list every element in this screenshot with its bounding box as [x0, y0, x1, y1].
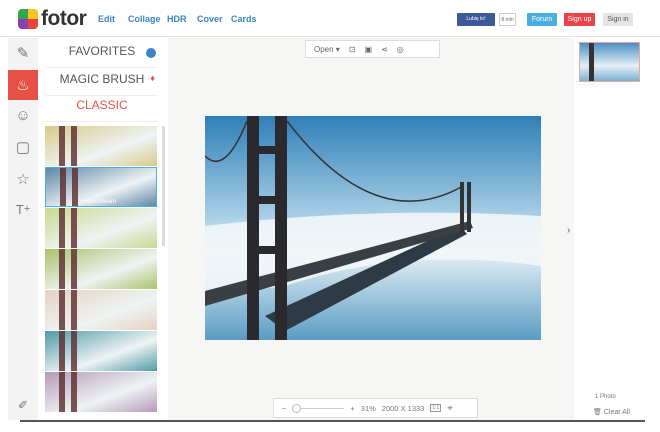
screenshot-icon[interactable]: ⊡ — [349, 45, 356, 54]
image-dimensions: 2000 X 1333 — [381, 403, 425, 413]
magic-brush-label: MAGIC BRUSH — [59, 72, 145, 86]
pencil-icon[interactable]: ✎ — [8, 38, 38, 68]
zoom-bar: − + 31% 2000 X 1333 1:1 ⌖ — [273, 398, 478, 418]
zoom-out-button[interactable]: − — [282, 404, 286, 413]
share-icon[interactable]: ⋖ — [381, 45, 388, 54]
favorites-tab[interactable]: FAVORITES — [46, 44, 158, 68]
panel-scrollbar[interactable] — [162, 126, 165, 246]
clear-all-label: Clear All — [603, 409, 630, 416]
nav-cover[interactable]: Cover — [197, 14, 223, 24]
open-label: Open — [314, 44, 334, 54]
like-count: 8 mln — [499, 13, 516, 26]
signup-button[interactable]: Sign up — [564, 13, 595, 26]
nav-cards[interactable]: Cards — [231, 14, 257, 24]
photo-thumbnail[interactable] — [579, 42, 640, 82]
zoom-percent: 31% — [360, 403, 376, 413]
edit-note-icon[interactable]: ✐ — [8, 390, 38, 420]
photo-count: 1 Photo — [595, 394, 616, 400]
filter-thumbnail[interactable]: Moonbeam — [45, 167, 157, 207]
filter-thumbnail[interactable] — [45, 126, 157, 166]
zoom-in-button[interactable]: + — [350, 404, 354, 413]
filter-thumbnail[interactable] — [45, 290, 157, 330]
tool-strip: ✎ ♨ ☺ ▢ ☆ T + ✐ — [8, 38, 38, 420]
trash-icon: 🗑 — [593, 409, 602, 416]
image-icon[interactable]: ▣ — [365, 45, 373, 54]
nav-edit[interactable]: Edit — [98, 14, 115, 24]
facebook-like-button[interactable]: Lubię to! — [457, 13, 495, 26]
filter-thumbnail[interactable] — [45, 249, 157, 289]
collapse-arrow-icon[interactable]: › — [567, 225, 570, 236]
nav-collage[interactable]: Collage — [128, 14, 161, 24]
sticker-icon[interactable]: ☺ — [8, 100, 38, 130]
canvas-toolbar: Open ▾ ⊡ ▣ ⋖ ◎ — [305, 40, 440, 58]
filter-thumbnail[interactable] — [45, 331, 157, 371]
filter-panel: FAVORITES MAGIC BRUSH ♦ CLASSIC Moonbeam — [40, 38, 165, 420]
diamond-icon: ♦ — [150, 73, 155, 83]
magic-brush-tab[interactable]: MAGIC BRUSH ♦ — [46, 72, 158, 96]
zoom-slider-handle[interactable] — [292, 403, 302, 413]
zoom-slider[interactable] — [292, 403, 345, 413]
fotor-logo-icon[interactable] — [18, 9, 38, 29]
logo-text[interactable]: fotor — [41, 7, 87, 31]
forum-button[interactable]: Forum — [527, 13, 557, 26]
classic-tab[interactable]: CLASSIC — [46, 98, 158, 122]
top-bar: fotor Edit Collage HDR Cover Cards Lubię… — [0, 0, 660, 37]
selected-filter-label: Moonbeam — [85, 199, 117, 205]
nav-hdr[interactable]: HDR — [167, 14, 187, 24]
filter-thumbnail[interactable] — [45, 208, 157, 248]
clear-all-button[interactable]: 🗑 Clear All — [593, 408, 630, 416]
star-icon[interactable]: ☆ — [8, 164, 38, 194]
actual-size-button[interactable]: 1:1 — [430, 404, 442, 412]
paint-bucket-icon[interactable]: ♨ — [8, 70, 38, 100]
favorites-label: FAVORITES — [68, 44, 136, 58]
signin-button[interactable]: Sign in — [603, 13, 633, 26]
favorites-star-icon — [146, 48, 156, 58]
fit-screen-icon[interactable]: ⌖ — [447, 403, 453, 414]
text-icon[interactable]: T + — [8, 194, 38, 224]
photo-tray: 1 Photo 🗑 Clear All — [575, 38, 645, 420]
bottom-divider — [20, 420, 645, 422]
open-button[interactable]: Open ▾ — [314, 45, 340, 54]
main-photo[interactable] — [205, 116, 541, 340]
settings-icon[interactable]: ◎ — [397, 45, 404, 54]
frame-icon[interactable]: ▢ — [8, 132, 38, 162]
filter-thumbnail[interactable] — [45, 372, 157, 412]
